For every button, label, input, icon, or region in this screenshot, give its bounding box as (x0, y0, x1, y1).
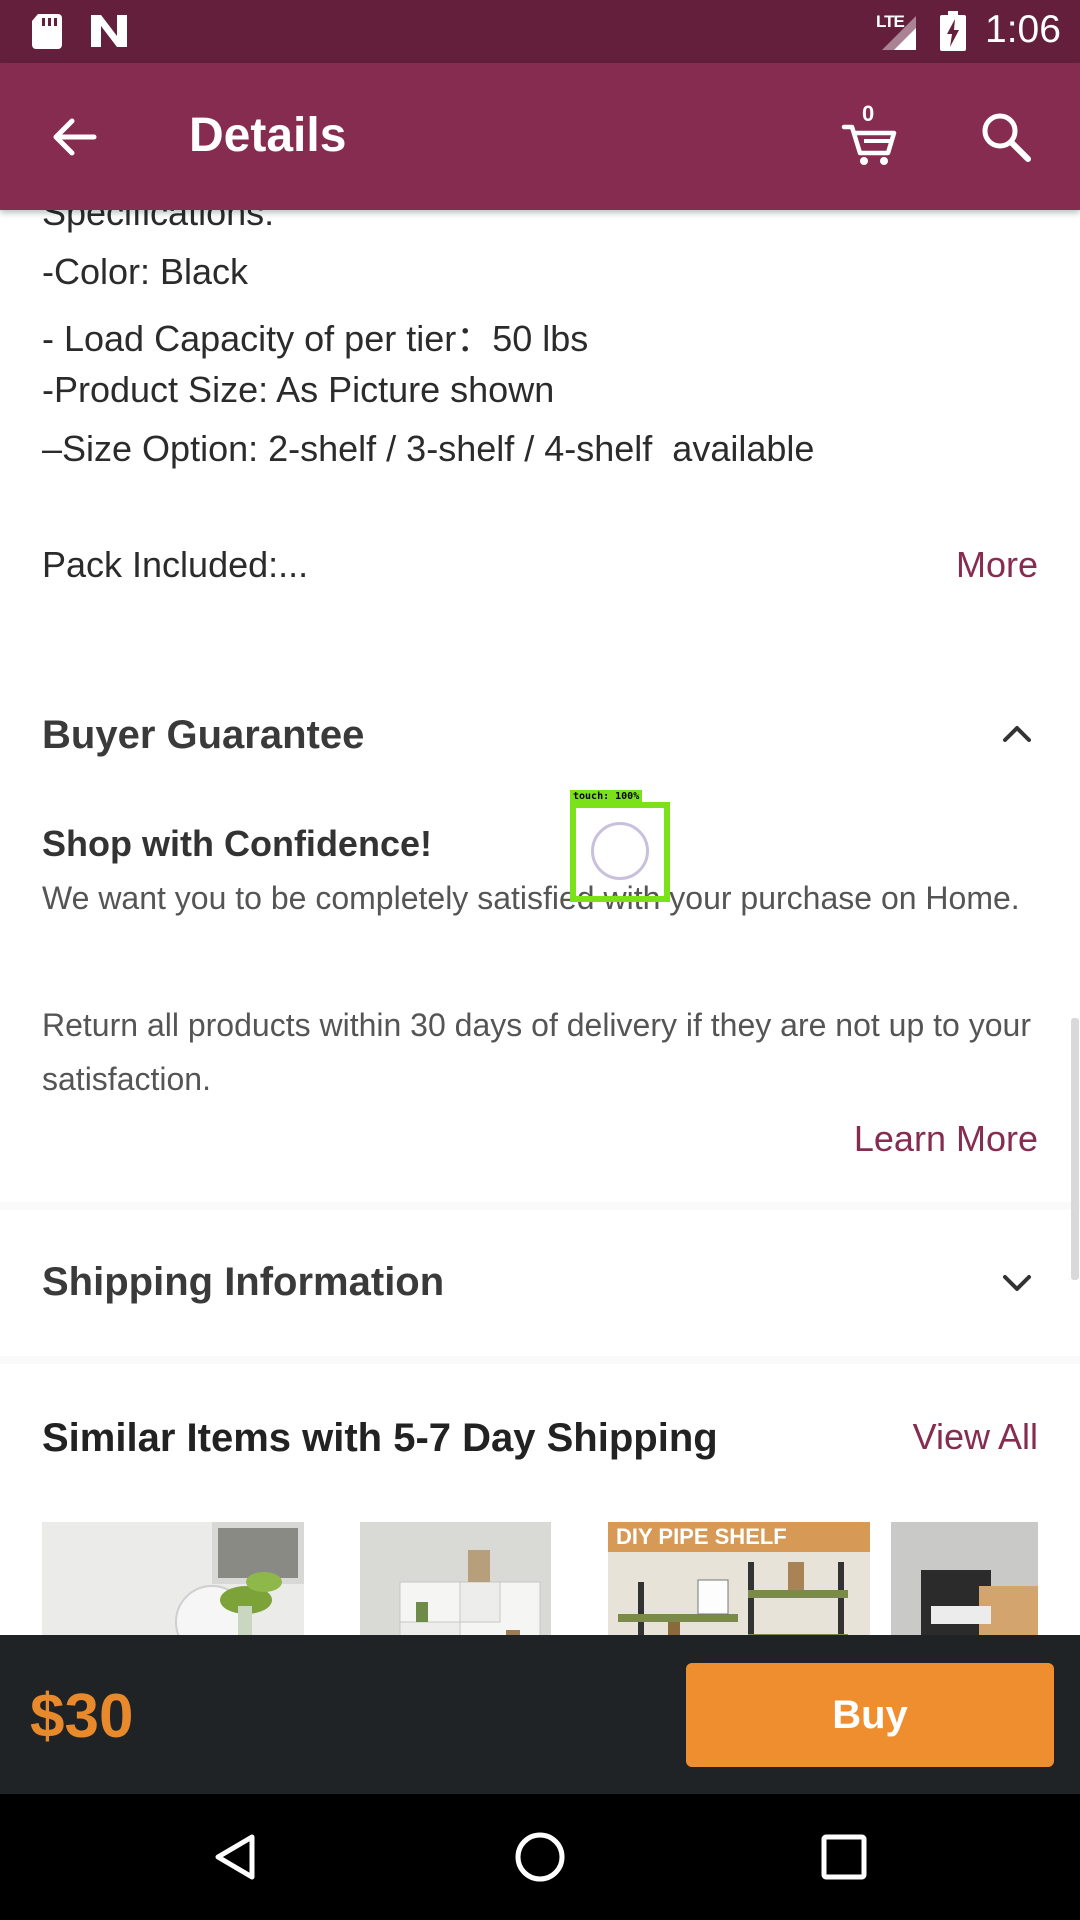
similar-item-thumbnail[interactable]: DIY PIPE SHELF (608, 1522, 870, 1635)
scrollbar[interactable] (1071, 1018, 1079, 1280)
back-nav-icon[interactable] (208, 1829, 264, 1885)
screen: LTE 1:06 Details 0 Specifications: -Colo… (0, 0, 1080, 1920)
signal-icon (882, 16, 916, 50)
shipping-information-row[interactable]: Shipping Information (0, 1210, 1080, 1356)
wall-box-image (891, 1522, 1038, 1635)
spec-line: -Product Size: As Picture shown (42, 369, 555, 410)
pipe-shelf-banner-text: DIY PIPE SHELF (616, 1524, 787, 1549)
similar-item-thumbnail[interactable] (42, 1522, 304, 1635)
touch-indicator-circle (591, 822, 649, 880)
guarantee-paragraph: We want you to be completely satisfied w… (42, 880, 1020, 916)
status-bar: LTE 1:06 (0, 0, 1080, 63)
return-policy-paragraph: Return all products within 30 days of de… (42, 1007, 1031, 1097)
spec-line: Specifications: (42, 210, 275, 233)
chevron-up-icon[interactable] (1000, 721, 1034, 745)
cube-shelf-image (360, 1522, 551, 1635)
wall-planter-image (42, 1522, 304, 1635)
home-nav-icon[interactable] (512, 1829, 568, 1885)
shipping-information-heading: Shipping Information (42, 1260, 445, 1304)
buy-button[interactable]: Buy (686, 1663, 1054, 1767)
page-title: Details (189, 109, 347, 162)
shop-with-confidence-heading: Shop with Confidence! (42, 823, 432, 864)
price-bar: $30 Buy (0, 1635, 1080, 1794)
pipe-shelf-image: DIY PIPE SHELF (608, 1522, 870, 1635)
search-icon[interactable] (978, 109, 1034, 165)
more-link[interactable]: More (956, 544, 1038, 586)
recents-nav-icon[interactable] (816, 1829, 872, 1885)
spec-line: –Size Option: 2-shelf / 3-shelf / 4-shel… (42, 428, 815, 469)
chevron-down-icon (1003, 1275, 1031, 1291)
pack-included-text: Pack Included:... (42, 544, 309, 585)
app-bar: Details 0 (0, 63, 1080, 210)
view-all-link[interactable]: View All (913, 1416, 1038, 1458)
similar-items-heading: Similar Items with 5-7 Day Shipping (42, 1416, 718, 1460)
similar-item-thumbnail[interactable] (360, 1522, 551, 1635)
cart-count-badge: 0 (862, 101, 875, 126)
buyer-guarantee-section: Buyer Guarantee Shop with Confidence! We… (0, 653, 1080, 1202)
buyer-guarantee-heading: Buyer Guarantee (42, 713, 365, 757)
similar-item-thumbnail[interactable] (891, 1522, 1038, 1635)
learn-more-link[interactable]: Learn More (854, 1118, 1038, 1160)
notification-n-icon (91, 15, 127, 47)
battery-charging-icon (940, 11, 966, 51)
spec-line: - Load Capacity of per tier：50 lbs (42, 318, 589, 359)
details-content[interactable]: Specifications: -Color: Black - Load Cap… (0, 210, 1080, 1635)
spec-line: -Color: Black (42, 251, 249, 292)
sd-card-icon (32, 14, 62, 49)
clock: 1:06 (985, 8, 1061, 51)
price-label: $30 (30, 1682, 134, 1751)
navigation-bar (0, 1794, 1080, 1920)
back-arrow-icon[interactable] (48, 111, 100, 163)
similar-items-section: Similar Items with 5-7 Day Shipping View… (0, 1364, 1080, 1635)
